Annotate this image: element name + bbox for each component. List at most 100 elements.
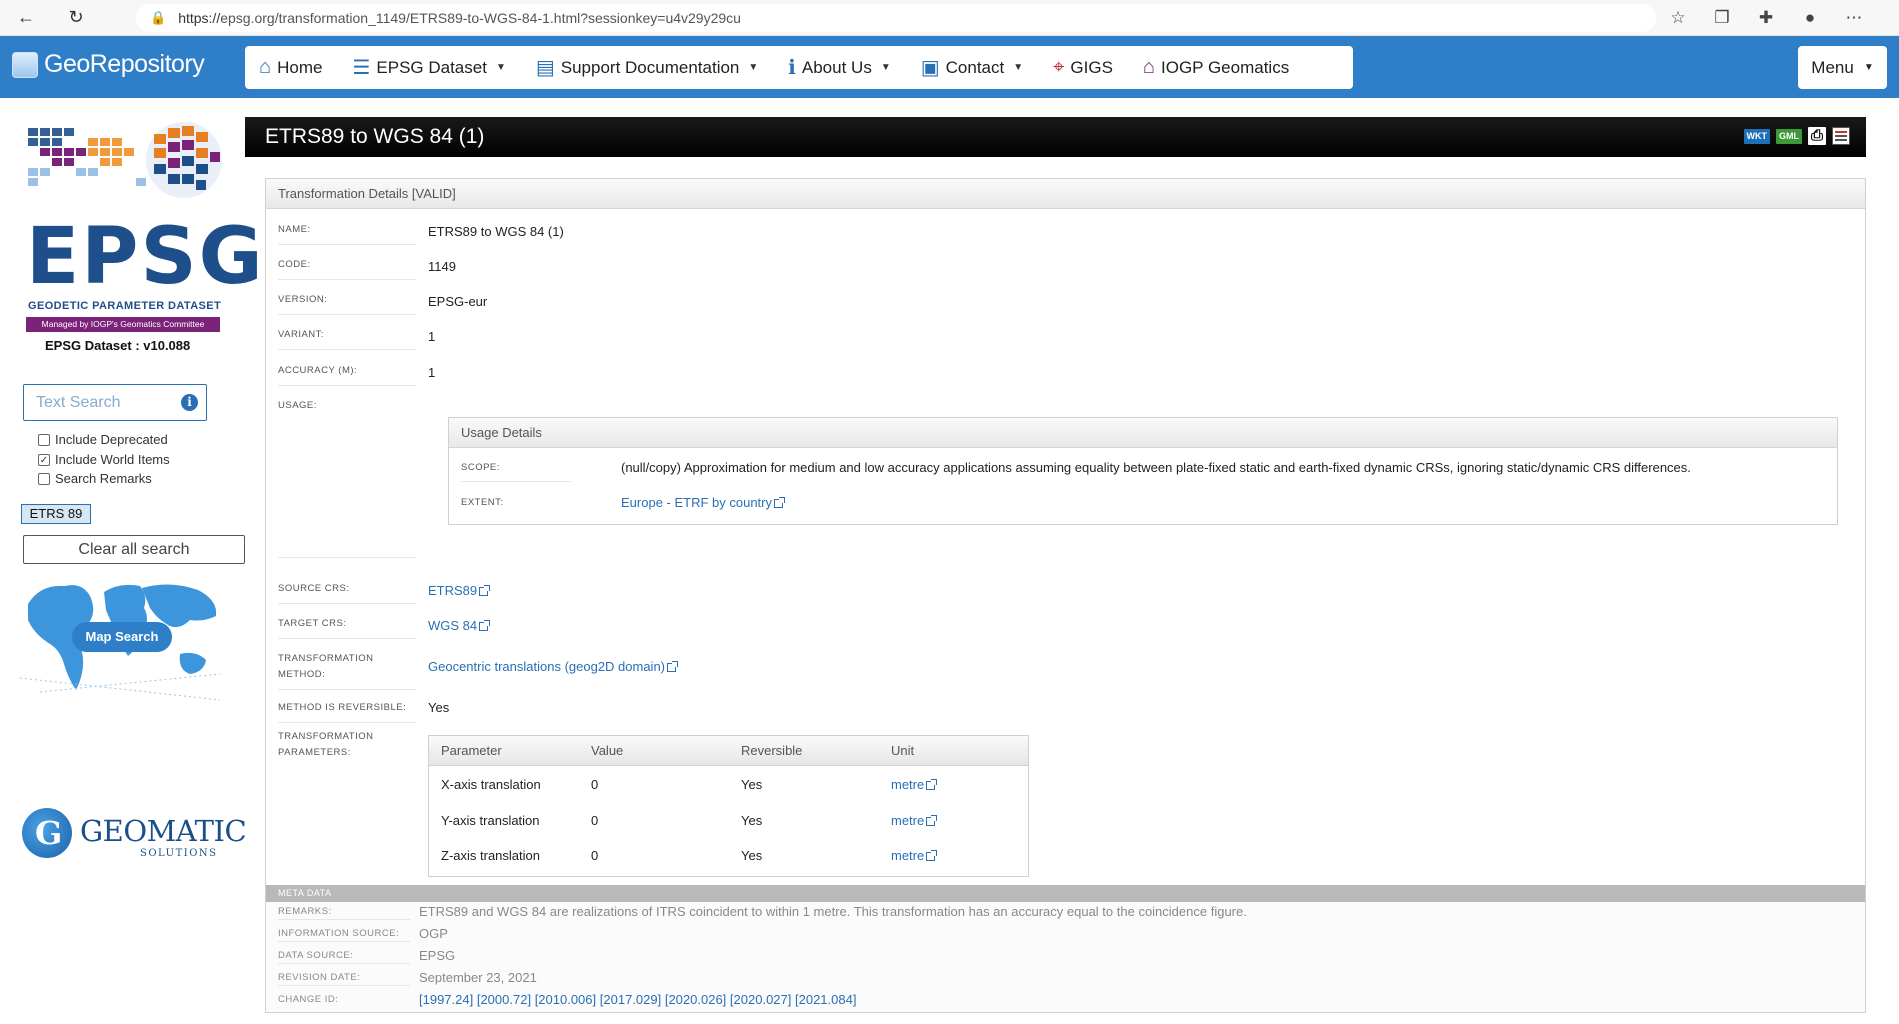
external-link-icon	[926, 815, 938, 826]
param-unit-link[interactable]: metre	[891, 813, 938, 828]
extensions-icon[interactable]: ✚	[1744, 8, 1788, 28]
change-id-link[interactable]: [2020.027]	[730, 992, 791, 1007]
param-unit-link-text[interactable]: metre	[891, 813, 924, 828]
target-crs-link[interactable]: WGS 84	[428, 618, 491, 634]
nav-epsg-dataset[interactable]: ☰ EPSG Dataset ▼	[352, 55, 505, 80]
text-search-input[interactable]: Text Search i	[23, 384, 207, 421]
param-unit-link-text[interactable]: metre	[891, 848, 924, 863]
epsg-subtitle: GEODETIC PARAMETER DATASET	[28, 300, 222, 312]
table-row: X-axis translation 0 Yes metre	[429, 767, 1028, 803]
include-deprecated-label: Include Deprecated	[55, 432, 168, 447]
meta-row-info-source: INFORMATION SOURCE: OGP	[278, 924, 1858, 946]
home-icon: ⌂	[259, 56, 272, 78]
param-unit-link-text[interactable]: metre	[891, 777, 924, 792]
nav-contact[interactable]: ▣ Contact ▼	[921, 55, 1023, 80]
change-id-links: [1997.24] [2000.72] [2010.006] [2017.029…	[419, 992, 856, 1007]
usage-details-title: Usage Details	[449, 418, 1837, 448]
change-id-label: CHANGE ID:	[278, 994, 339, 1005]
change-id-link[interactable]: [2021.084]	[795, 992, 856, 1007]
include-world-items-checkbox[interactable]: ✓ Include World Items	[38, 452, 170, 467]
nav-epsg-dataset-label: EPSG Dataset	[376, 57, 487, 77]
change-id-link[interactable]: [1997.24]	[419, 992, 473, 1007]
param-value: 0	[591, 848, 599, 863]
epsg-wordmark: EPSG	[26, 212, 265, 302]
georepository-logo[interactable]: GeoRepository	[12, 50, 205, 79]
external-link-icon	[926, 850, 938, 861]
more-icon[interactable]: ⋯	[1832, 8, 1876, 28]
change-id-link[interactable]: [2020.026]	[665, 992, 726, 1007]
search-tag[interactable]: ETRS 89	[21, 504, 91, 524]
change-id-link[interactable]: [2010.006]	[535, 992, 596, 1007]
back-icon[interactable]: ←	[8, 7, 44, 28]
print-icon[interactable]: ⎙	[1808, 127, 1826, 145]
param-name: Y-axis translation	[441, 813, 540, 828]
extent-link-text[interactable]: Europe - ETRF by country	[621, 495, 772, 510]
external-link-icon	[774, 497, 785, 508]
caret-down-icon: ▼	[880, 62, 891, 73]
extent-link[interactable]: Europe - ETRF by country	[621, 495, 785, 510]
header-value: Value	[591, 743, 624, 758]
external-link-icon	[479, 620, 491, 631]
change-id-link[interactable]: [2017.029]	[600, 992, 661, 1007]
map-search-button[interactable]: Map Search	[72, 622, 172, 652]
nav-support-label: Support Documentation	[560, 57, 740, 77]
nav-iogp-geomatics[interactable]: ⌂ IOGP Geomatics	[1143, 56, 1289, 79]
data-source-label: DATA SOURCE:	[278, 950, 410, 964]
param-unit-link[interactable]: metre	[891, 777, 938, 792]
param-value: 0	[591, 813, 599, 828]
address-bar[interactable]: 🔒 https://epsg.org/transformation_1149/E…	[136, 3, 1656, 32]
method-label-line1: TRANSFORMATION	[278, 653, 374, 664]
param-reversible: Yes	[741, 848, 763, 863]
parameters-label-line2: PARAMETERS:	[278, 747, 351, 758]
browser-toolbar: ← ↻ 🔒 https://epsg.org/transformation_11…	[0, 0, 1899, 36]
param-unit-link[interactable]: metre	[891, 848, 938, 863]
nav-about-us[interactable]: ℹ About Us ▼	[788, 55, 890, 80]
menu-button[interactable]: Menu ▼	[1798, 46, 1887, 89]
source-crs-link-text[interactable]: ETRS89	[428, 583, 477, 598]
header-reversible: Reversible	[741, 743, 803, 758]
change-id-link[interactable]: [2000.72]	[477, 992, 531, 1007]
crosshair-icon: ⌖	[1053, 56, 1065, 78]
url-text: epsg.org/transformation_1149/ETRS89-to-W…	[220, 9, 741, 26]
geomatic-solutions-logo[interactable]: GEOMATIC SOLUTIONS	[22, 808, 247, 868]
collections-icon[interactable]: ❐	[1700, 8, 1744, 28]
nav-home[interactable]: ⌂ Home	[259, 56, 322, 79]
wkt-export-icon[interactable]: WKT	[1743, 128, 1770, 144]
version-value: EPSG-eur	[428, 294, 488, 309]
method-label-line2: METHOD:	[278, 669, 326, 680]
method-link-text[interactable]: Geocentric translations (geog2D domain)	[428, 659, 665, 674]
gml-export-icon[interactable]: GML	[1776, 128, 1802, 144]
nav-support-documentation[interactable]: ▤ Support Documentation ▼	[536, 55, 758, 80]
variant-label: VARIANT:	[278, 327, 416, 350]
header-parameter: Parameter	[441, 743, 502, 758]
method-link[interactable]: Geocentric translations (geog2D domain)	[428, 659, 679, 675]
search-remarks-checkbox[interactable]: Search Remarks	[38, 471, 152, 486]
clear-all-search-button[interactable]: Clear all search	[23, 535, 245, 564]
param-name: Z-axis translation	[441, 848, 540, 863]
profile-icon[interactable]: ●	[1788, 8, 1832, 28]
map-search-link[interactable]: Map Search	[19, 574, 225, 704]
caret-down-icon: ▼	[1013, 62, 1024, 73]
param-value: 0	[591, 777, 599, 792]
nav-gigs[interactable]: ⌖ GIGS	[1053, 56, 1113, 79]
meta-row-revision-date: REVISION DATE: September 23, 2021	[278, 968, 1858, 990]
target-crs-link-text[interactable]: WGS 84	[428, 618, 477, 633]
info-icon[interactable]: i	[181, 394, 198, 411]
epsg-logo[interactable]: EPSG GEODETIC PARAMETER DATASET Managed …	[26, 118, 263, 332]
geomatic-wordmark: GEOMATIC	[80, 814, 247, 848]
source-crs-label: SOURCE CRS:	[278, 581, 416, 604]
code-label: CODE:	[278, 257, 416, 280]
app-header: GeoRepository ⌂ Home ☰ EPSG Dataset ▼ ▤ Supp…	[0, 36, 1899, 98]
usage-details-box: Usage Details SCOPE: (null/copy) Approxi…	[448, 417, 1838, 525]
source-crs-link[interactable]: ETRS89	[428, 583, 491, 599]
info-icon: ℹ	[788, 57, 796, 79]
transformation-details-panel: Transformation Details [VALID] NAME: ETR…	[265, 178, 1866, 1013]
reload-icon[interactable]: ↻	[58, 7, 94, 28]
param-reversible: Yes	[741, 777, 763, 792]
extent-label: EXTENT:	[461, 497, 504, 508]
lock-icon: 🔒	[150, 9, 167, 25]
favorites-icon[interactable]: ☆	[1656, 8, 1700, 28]
caret-down-icon: ▼	[748, 62, 759, 73]
include-deprecated-checkbox[interactable]: Include Deprecated	[38, 432, 168, 447]
spreadsheet-icon[interactable]	[1832, 127, 1850, 145]
